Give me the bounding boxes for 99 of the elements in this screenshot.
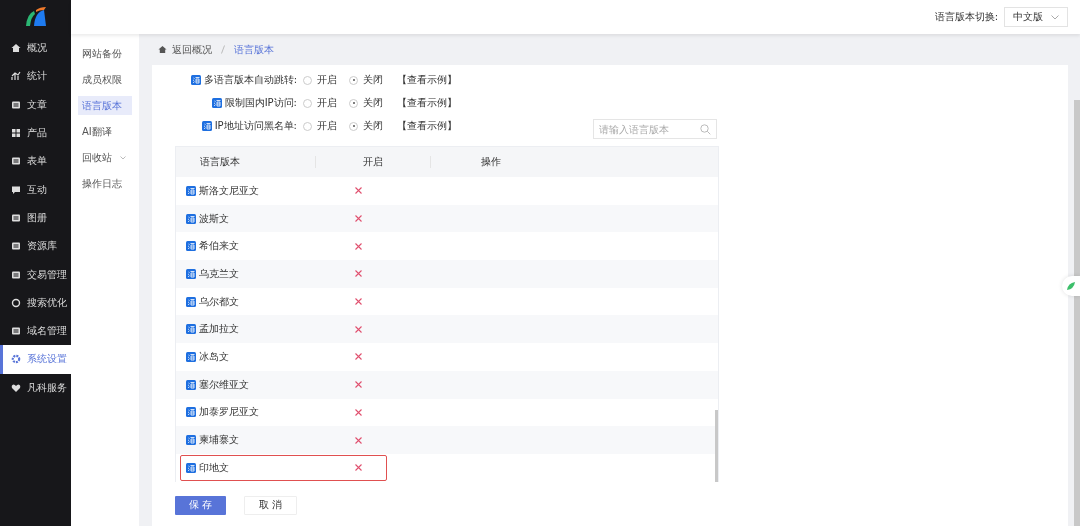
language-name: 加泰罗尼亚文 [199,405,259,420]
language-select[interactable]: 中文版 [1004,7,1068,27]
heart-icon [11,382,21,393]
radio-option[interactable]: 开启 [303,119,337,133]
column-header: 开启 [316,156,431,168]
language-icon [186,462,196,473]
language-icon [186,407,196,418]
language-icon [201,121,212,131]
document-icon [11,326,21,337]
setting-label: 多语言版本自动跳转: [203,73,297,87]
language-icon [186,435,196,446]
sidebar-item[interactable]: 凡科服务 [0,373,71,402]
cross-icon[interactable] [354,270,362,278]
cross-icon[interactable] [354,298,362,306]
chevron-down-icon [1051,14,1059,20]
breadcrumb-link[interactable]: 语言版本 [234,42,274,57]
sidebar-item[interactable]: 统计 [0,62,71,91]
language-name: 孟加拉文 [199,322,239,337]
example-link[interactable]: 【查看示例】 [397,96,457,110]
cross-icon[interactable] [354,381,362,389]
document-icon [11,269,21,280]
sidebar-item[interactable]: 文章 [0,90,71,119]
cross-icon[interactable] [354,353,362,361]
subnav-item[interactable]: AI翻译 [78,122,132,141]
grid-icon [11,128,21,139]
language-name: 希伯来文 [199,239,239,254]
column-header: 操作 [480,156,502,168]
example-link[interactable]: 【查看示例】 [397,73,457,87]
scrollbar-thumb[interactable] [715,409,718,482]
search-field[interactable]: 请输入语言版本 [593,119,717,139]
sidebar-item[interactable]: 表单 [0,147,71,176]
cross-icon[interactable] [354,408,362,416]
cross-icon[interactable] [354,242,362,250]
setting-label: IP地址访问黑名单: [214,119,297,133]
language-switch-label: 语言版本切换: [934,10,998,24]
cross-icon[interactable] [354,436,362,444]
cross-icon[interactable] [354,464,362,472]
sidebar-item[interactable]: 交易管理 [0,260,71,289]
sidebar-item[interactable]: 域名管理 [0,316,71,346]
language-name: 乌克兰文 [199,266,239,281]
target-icon [11,297,21,308]
radio-option[interactable]: 开启 [303,96,337,110]
cross-icon[interactable] [354,325,362,333]
example-link[interactable]: 【查看示例】 [397,119,457,133]
radio-option[interactable]: 关闭 [349,119,383,133]
sidebar-item[interactable]: 概况 [0,34,71,63]
language-icon [186,296,196,307]
language-icon [186,213,196,224]
subnav-item[interactable]: 操作日志 [78,174,132,193]
language-icon [186,241,196,252]
language-name: 塞尔维亚文 [199,377,249,392]
breadcrumb-link[interactable]: 返回概况 [172,42,212,57]
floating-widget[interactable] [1062,276,1080,296]
sidebar-item[interactable]: 资源库 [0,232,71,261]
language-icon [186,324,196,335]
language-icon [190,75,201,85]
subnav-item[interactable]: 回收站 [78,148,132,167]
subnav-item[interactable]: 成员权限 [78,70,132,89]
radio-option[interactable]: 关闭 [349,96,383,110]
language-icon [186,379,196,390]
cancel-button[interactable]: 取 消 [244,495,297,515]
sidebar-item[interactable]: 搜索优化 [0,288,71,317]
document-icon [11,99,21,110]
chat-icon [11,184,21,195]
setting-label: 限制国内IP访问: [224,96,297,110]
home-icon [158,45,167,54]
sidebar-item[interactable]: 产品 [0,118,71,148]
language-name: 波斯文 [199,211,229,226]
language-icon [186,268,196,279]
language-name: 印地文 [199,460,229,475]
language-name: 冰岛文 [199,349,229,364]
language-name: 斯洛文尼亚文 [199,183,259,198]
scrollbar-thumb[interactable] [1074,100,1080,526]
language-icon [211,98,222,108]
subnav-item[interactable]: 语言版本 [78,96,132,115]
sidebar-item[interactable]: 图册 [0,203,71,233]
column-header: 语言版本 [176,156,316,168]
breadcrumb-separator [221,45,225,54]
radio-option[interactable]: 开启 [303,73,337,87]
chart-icon [11,71,21,82]
sidebar-item[interactable]: 互动 [0,175,71,204]
logo-icon [23,6,48,28]
home-icon [11,43,21,54]
language-name: 乌尔都文 [199,294,239,309]
cross-icon[interactable] [354,215,362,223]
cross-icon[interactable] [354,187,362,195]
document-icon [11,212,21,223]
document-icon [11,241,21,252]
save-button[interactable]: 保 存 [175,495,226,515]
document-icon [11,156,21,167]
subnav-item[interactable]: 网站备份 [78,44,132,63]
search-icon [700,123,711,135]
radio-option[interactable]: 关闭 [349,73,383,87]
language-name: 柬埔寨文 [199,433,239,448]
language-icon [186,351,196,362]
sidebar-item[interactable]: 系统设置 [0,345,71,374]
settings-icon [11,354,21,365]
language-icon [186,185,196,196]
leaf-icon [1067,282,1075,290]
